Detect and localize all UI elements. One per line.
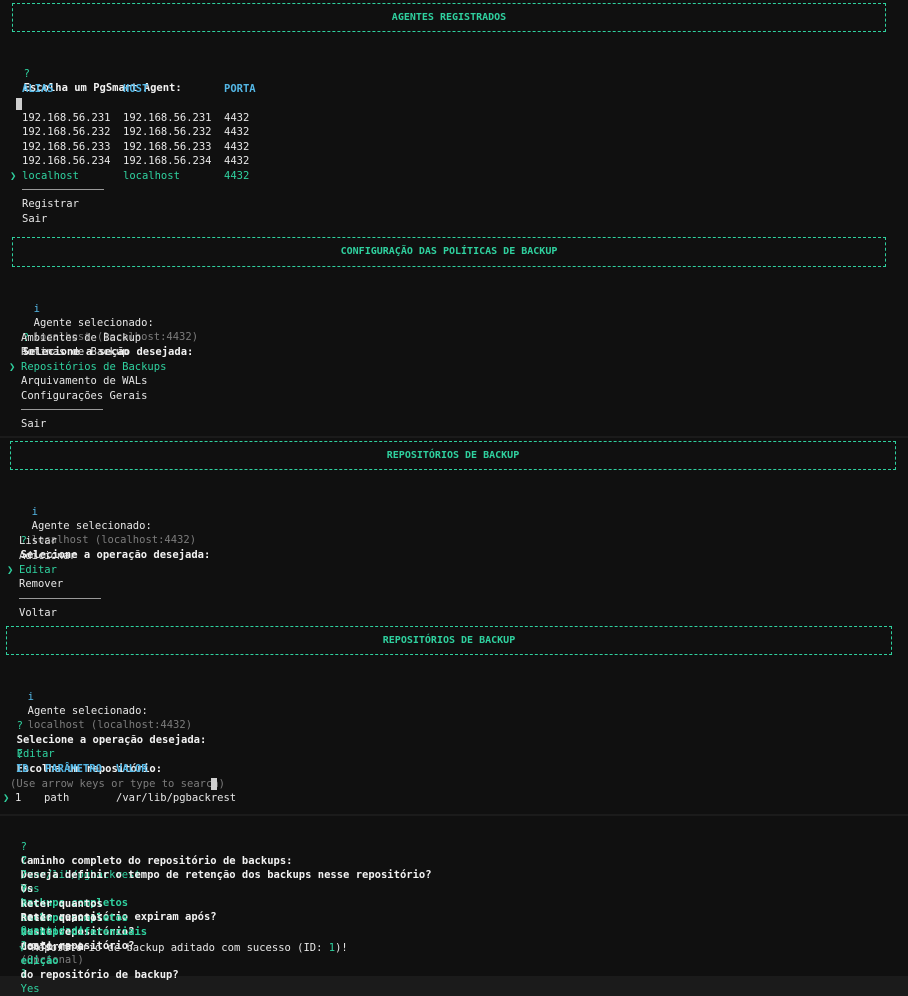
menu-item-sair[interactable]: Sair [21, 417, 46, 431]
menu-item-selected[interactable]: Repositórios de Backups [21, 360, 166, 374]
col-header-porta: PORTA [224, 83, 256, 95]
menu-separator [21, 409, 103, 410]
terminal-cursor [16, 98, 22, 110]
info-icon: i [31, 506, 38, 518]
section-header-agents: AGENTES REGISTRADOS [12, 3, 886, 32]
pointer-icon: ❯ [10, 170, 17, 182]
pointer-icon: ❯ [9, 361, 16, 373]
col-header-parametro: PARÂMETRO [45, 763, 102, 775]
terminal-cursor [211, 778, 217, 790]
col-header-alias: ALIAS [22, 83, 54, 95]
menu-separator [22, 189, 104, 190]
section-header-repos: REPOSITÓRIOS DE BACKUP [10, 441, 896, 470]
success-message: √ Repositório de backup aditado com suce… [19, 942, 348, 954]
menu-item-listar[interactable]: Listar [19, 534, 57, 548]
question-mark-icon: ? [23, 68, 30, 80]
section-header-repos: REPOSITÓRIOS DE BACKUP [6, 626, 892, 655]
section-title: REPOSITÓRIOS DE BACKUP [382, 635, 516, 646]
menu-item[interactable]: Arquivamento de WALs [21, 374, 147, 388]
col-header-valor: VALOR [116, 763, 148, 775]
menu-item-sair[interactable]: Sair [22, 212, 47, 226]
menu-item[interactable]: Ambientes de Backup [21, 331, 141, 345]
col-header-host: HOST [123, 83, 149, 95]
menu-item[interactable]: Configurações Gerais [21, 389, 147, 403]
pointer-icon: ❯ [7, 564, 14, 576]
section-title: REPOSITÓRIOS DE BACKUP [386, 450, 520, 461]
section-title: CONFIGURAÇÃO DAS POLÍTICAS DE BACKUP [340, 246, 558, 257]
info-icon: i [33, 303, 40, 315]
menu-item-remover[interactable]: Remover [19, 577, 63, 591]
question-mark-icon: ? [20, 898, 27, 910]
check-icon: √ [19, 942, 26, 954]
menu-separator [19, 598, 101, 599]
question-mark-icon: ? [20, 927, 27, 939]
menu-item[interactable]: Rotinas de Backup [21, 345, 128, 359]
section-title: AGENTES REGISTRADOS [391, 12, 507, 23]
menu-item-registrar[interactable]: Registrar [22, 197, 79, 211]
info-icon: i [27, 691, 34, 703]
pointer-icon: ❯ [3, 792, 10, 804]
question-mark-icon: ? [16, 749, 23, 761]
menu-item-editar-selected[interactable]: Editar [19, 563, 57, 577]
menu-item-adicionar[interactable]: Adicionar [19, 549, 76, 563]
col-header-id: ID [16, 763, 29, 775]
search-hint: (Use arrow keys or type to search) [10, 778, 225, 790]
section-header-policies: CONFIGURAÇÃO DAS POLÍTICAS DE BACKUP [12, 237, 886, 267]
menu-item-voltar[interactable]: Voltar [19, 606, 57, 620]
question-mark-icon: ? [16, 720, 23, 732]
